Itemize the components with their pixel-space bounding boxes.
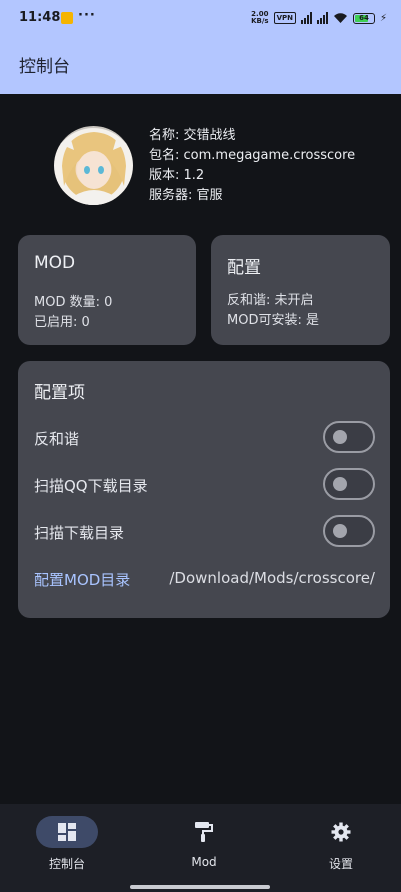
signal-icon	[300, 12, 312, 24]
home-indicator[interactable]	[130, 885, 270, 889]
status-time: 11:48	[19, 10, 61, 25]
battery-level: 64	[359, 14, 369, 22]
more-notifications-icon: ···	[78, 8, 96, 23]
bottom-navigation: 控制台 Mod 设置	[0, 804, 401, 892]
scan-qq-download-toggle[interactable]	[323, 468, 375, 500]
page-title: 控制台	[19, 57, 70, 77]
nav-item-dashboard[interactable]: 控制台	[17, 816, 117, 872]
option-label-scan-download: 扫描下载目录	[34, 524, 125, 542]
dashboard-icon	[58, 823, 76, 841]
status-bar: 11:48 ··· 2.00 KB/s VPN 64 ⚡	[0, 0, 401, 36]
nav-label-mod: Mod	[191, 855, 217, 869]
mod-enabled-count: 已启用: 0	[34, 315, 90, 330]
option-label-anti-harmony: 反和谐	[34, 430, 80, 448]
game-name: 名称: 交错战线	[149, 128, 236, 143]
character-portrait-icon	[60, 132, 127, 205]
paint-roller-icon	[195, 822, 213, 842]
notification-app-icon	[61, 12, 73, 24]
option-label-scan-qq: 扫描QQ下载目录	[34, 477, 148, 495]
mod-installable-status: MOD可安装: 是	[227, 313, 319, 328]
vpn-icon: VPN	[273, 12, 296, 24]
scan-download-toggle[interactable]	[323, 515, 375, 547]
nav-item-mod[interactable]: Mod	[154, 816, 254, 869]
game-package: 包名: com.megagame.crosscore	[149, 148, 356, 163]
configure-mod-dir-link[interactable]: 配置MOD目录	[34, 569, 130, 590]
mod-count: MOD 数量: 0	[34, 295, 113, 310]
config-options-card: 配置项 反和谐 扫描QQ下载目录 扫描下载目录 配置MOD目录 /Downloa…	[18, 361, 390, 618]
game-info: 名称: 交错战线 包名: com.megagame.crosscore 版本: …	[149, 126, 355, 206]
nav-label-settings: 设置	[328, 857, 353, 871]
mod-summary-card[interactable]: MOD MOD 数量: 0 已启用: 0	[18, 235, 196, 345]
network-speed-unit: KB/s	[251, 17, 269, 25]
anti-harmony-status: 反和谐: 未开启	[227, 293, 314, 308]
anti-harmony-toggle[interactable]	[323, 421, 375, 453]
game-server: 服务器: 官服	[149, 188, 223, 203]
game-avatar	[54, 126, 133, 205]
signal-icon-2	[316, 12, 328, 24]
mod-dir-path: /Download/Mods/crosscore/	[169, 569, 375, 587]
status-indicators: 2.00 KB/s VPN 64 ⚡	[251, 9, 387, 27]
network-speed: 2.00 KB/s	[251, 11, 268, 25]
battery-icon: 64	[352, 12, 375, 24]
wifi-icon	[333, 13, 347, 23]
config-summary-card[interactable]: 配置 反和谐: 未开启 MOD可安装: 是	[211, 235, 390, 345]
options-title: 配置项	[34, 383, 85, 403]
config-card-title: 配置	[227, 258, 261, 278]
nav-item-settings[interactable]: 设置	[291, 816, 391, 872]
charging-icon: ⚡	[379, 12, 387, 24]
game-version: 版本: 1.2	[149, 168, 205, 183]
gear-icon	[331, 822, 351, 842]
mod-card-title: MOD	[34, 253, 76, 273]
nav-label-dashboard: 控制台	[48, 857, 85, 871]
